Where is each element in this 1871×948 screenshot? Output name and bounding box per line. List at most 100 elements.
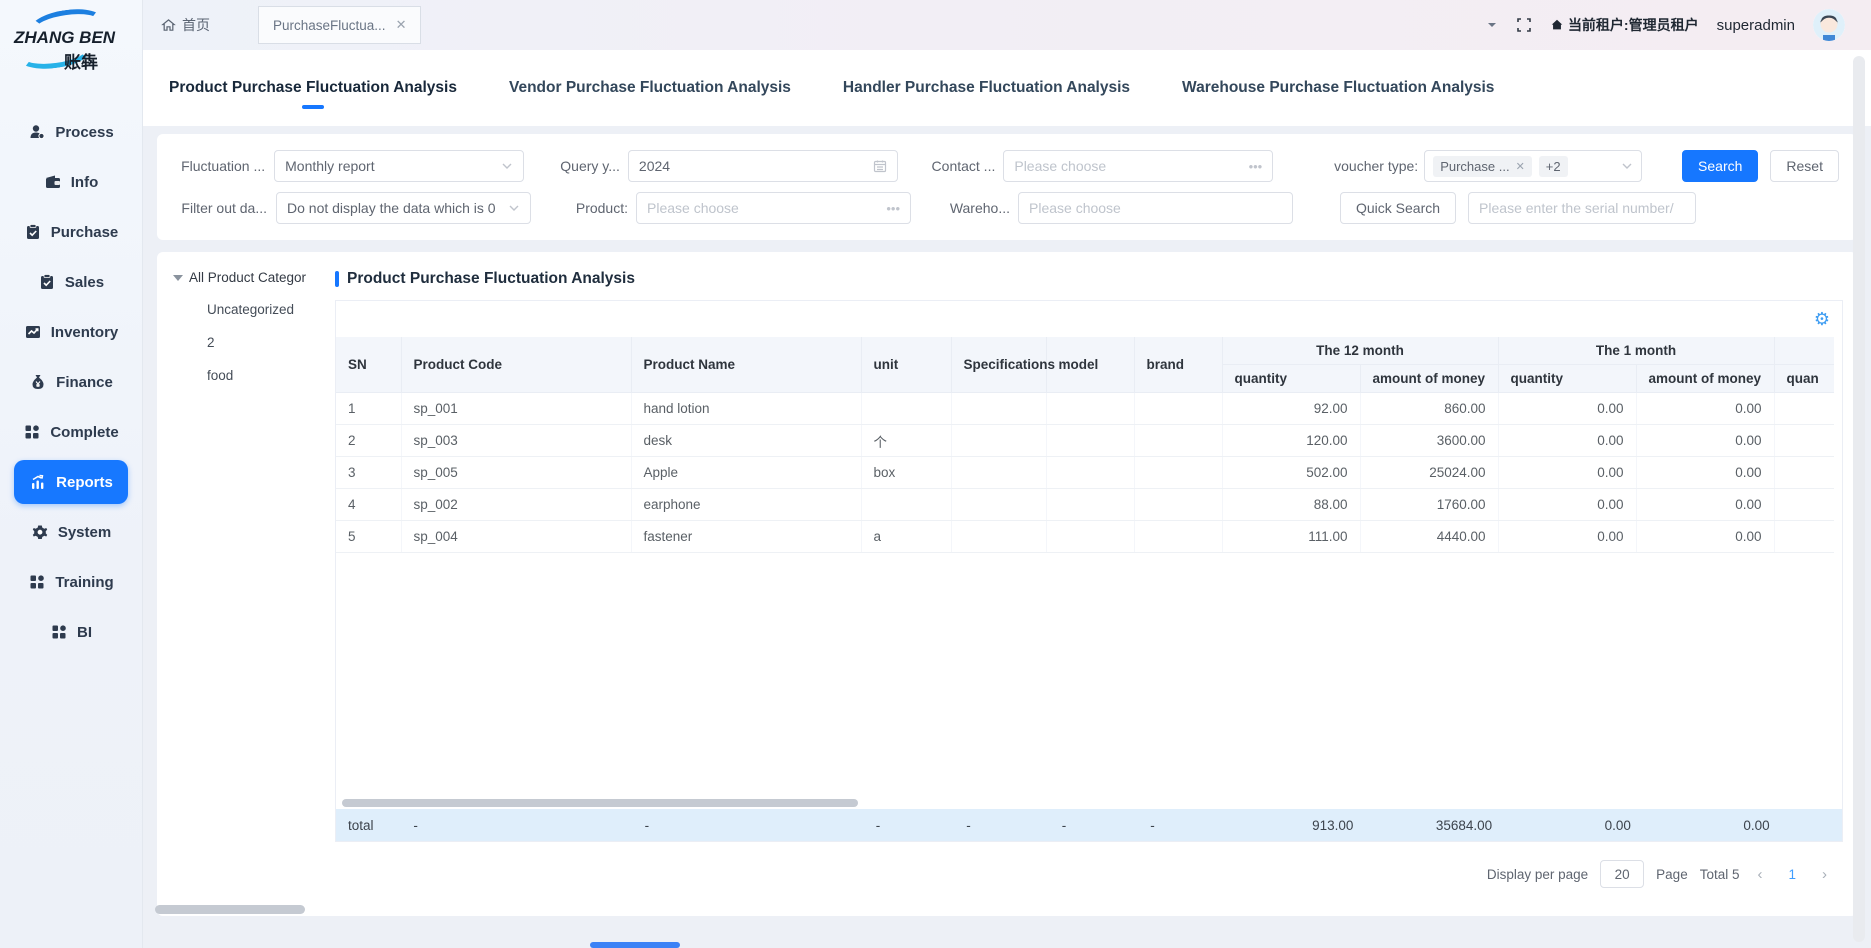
total-cell: 0.00 bbox=[1643, 809, 1782, 841]
total-row: total------913.0035684.000.000.00 bbox=[336, 809, 1842, 841]
voucher-tag-1: Purchase ... ✕ bbox=[1433, 156, 1532, 177]
bottom-scroll-indicator[interactable] bbox=[590, 942, 680, 948]
money-bag-icon bbox=[29, 373, 47, 391]
filter-out-select[interactable]: Do not display the data which is 0 bbox=[276, 192, 531, 224]
table-cell bbox=[951, 425, 1046, 457]
table-cell bbox=[1046, 425, 1134, 457]
table-cell bbox=[1046, 457, 1134, 489]
product-input[interactable]: Please choose ••• bbox=[636, 192, 911, 224]
tag-close-icon[interactable]: ✕ bbox=[1516, 160, 1525, 173]
search-button[interactable]: Search bbox=[1682, 150, 1758, 182]
category-tree: All Product Categor Uncategorized2food bbox=[157, 252, 335, 916]
page-tab[interactable]: Handler Purchase Fluctuation Analysis bbox=[843, 65, 1130, 111]
content-area: Fluctuation ... Monthly report Query y..… bbox=[143, 126, 1871, 948]
sidebar-item-info[interactable]: Info bbox=[14, 160, 128, 204]
total-cell: 913.00 bbox=[1227, 809, 1366, 841]
sidebar-item-sales[interactable]: Sales bbox=[14, 260, 128, 304]
close-icon[interactable]: ✕ bbox=[396, 17, 407, 33]
caret-down-icon[interactable] bbox=[173, 275, 183, 281]
ellipsis-icon[interactable]: ••• bbox=[1249, 159, 1263, 174]
table-cell bbox=[1134, 393, 1222, 425]
table-row: 4sp_002earphone88.001760.000.000.00 bbox=[336, 489, 1834, 521]
sidebar-item-bi[interactable]: BI bbox=[14, 610, 128, 654]
table-cell bbox=[1774, 521, 1834, 553]
tree-item[interactable]: 2 bbox=[173, 326, 335, 359]
sidebar-item-reports[interactable]: Reports bbox=[14, 460, 128, 504]
page-size-select[interactable]: 20 bbox=[1600, 860, 1644, 888]
product-label: Product: bbox=[556, 200, 628, 216]
h-scrollbar-thumb[interactable] bbox=[342, 799, 858, 807]
tree-item[interactable]: Uncategorized bbox=[173, 293, 335, 326]
window-v-scrollbar-track[interactable] bbox=[1853, 56, 1865, 942]
column-header: unit bbox=[861, 337, 951, 393]
topbar: 首页 PurchaseFluctua... ✕ 当前租户:管理员租户 bbox=[143, 0, 1871, 50]
total-cell: - bbox=[864, 809, 954, 841]
serial-placeholder: Please enter the serial number/ bbox=[1479, 200, 1674, 216]
prev-page-icon[interactable]: ‹ bbox=[1751, 866, 1768, 883]
query-year-input[interactable]: 2024 bbox=[628, 150, 898, 182]
total-cell: 35684.00 bbox=[1365, 809, 1504, 841]
contact-placeholder: Please choose bbox=[1014, 158, 1106, 174]
table-h-scrollbar bbox=[336, 797, 1842, 809]
column-header: SN bbox=[336, 337, 401, 393]
chart-line-icon bbox=[24, 323, 42, 341]
next-page-icon[interactable]: › bbox=[1816, 866, 1833, 883]
calendar-icon bbox=[873, 159, 887, 173]
total-cell: - bbox=[1138, 809, 1226, 841]
page-tabs: Product Purchase Fluctuation Analysis Ven… bbox=[143, 50, 1871, 126]
warehouse-label: Wareho... bbox=[940, 200, 1010, 216]
table-cell bbox=[1134, 457, 1222, 489]
username[interactable]: superadmin bbox=[1717, 17, 1795, 34]
tree-root-all-categories[interactable]: All Product Categor bbox=[173, 270, 335, 285]
tree-root-label: All Product Categor bbox=[189, 270, 306, 285]
table-cell: Apple bbox=[631, 457, 861, 489]
sidebar-item-purchase[interactable]: Purchase bbox=[14, 210, 128, 254]
filter-out-label: Filter out da... bbox=[175, 200, 267, 216]
warehouse-input[interactable]: Please choose bbox=[1018, 192, 1293, 224]
table-cell bbox=[1046, 489, 1134, 521]
table-cell: 0.00 bbox=[1498, 521, 1636, 553]
sidebar-item-inventory[interactable]: Inventory bbox=[14, 310, 128, 354]
window-h-scrollbar-thumb[interactable] bbox=[155, 905, 305, 914]
serial-number-input[interactable]: Please enter the serial number/ bbox=[1468, 192, 1696, 224]
sidebar-item-training[interactable]: Training bbox=[14, 560, 128, 604]
document-tab[interactable]: PurchaseFluctua... ✕ bbox=[258, 6, 421, 44]
column-group-header: The 12 month bbox=[1222, 337, 1498, 365]
clipboard-check-icon bbox=[38, 273, 56, 291]
page-tab[interactable]: Vendor Purchase Fluctuation Analysis bbox=[509, 65, 791, 111]
sidebar-item-system[interactable]: System bbox=[14, 510, 128, 554]
reset-button[interactable]: Reset bbox=[1770, 150, 1839, 182]
sidebar-item-label: Finance bbox=[56, 374, 113, 391]
chevron-down-icon[interactable] bbox=[1486, 19, 1498, 31]
sidebar-item-finance[interactable]: Finance bbox=[14, 360, 128, 404]
table-cell: a bbox=[861, 521, 951, 553]
filter-out-value: Do not display the data which is 0 bbox=[287, 200, 496, 216]
filter-row-2: Filter out da... Do not display the data… bbox=[175, 192, 1839, 224]
clipboard-check-icon bbox=[24, 223, 42, 241]
fullscreen-icon[interactable] bbox=[1516, 17, 1532, 33]
page-tab[interactable]: Product Purchase Fluctuation Analysis bbox=[169, 65, 457, 111]
table-cell bbox=[1774, 393, 1834, 425]
table-cell bbox=[1134, 489, 1222, 521]
contact-input[interactable]: Please choose ••• bbox=[1003, 150, 1273, 182]
table-cell: sp_003 bbox=[401, 425, 631, 457]
avatar[interactable] bbox=[1813, 9, 1845, 41]
tree-item[interactable]: food bbox=[173, 359, 335, 392]
current-page-number[interactable]: 1 bbox=[1780, 867, 1804, 882]
total-cell: - bbox=[401, 809, 632, 841]
quick-search-button[interactable]: Quick Search bbox=[1340, 192, 1456, 224]
voucher-type-multiselect[interactable]: Purchase ... ✕ +2 bbox=[1424, 150, 1642, 182]
table-cell: 120.00 bbox=[1222, 425, 1360, 457]
table-cell: 92.00 bbox=[1222, 393, 1360, 425]
sidebar-item-complete[interactable]: Complete bbox=[14, 410, 128, 454]
grid-icon bbox=[50, 623, 68, 641]
table-settings-gear-icon[interactable]: ⚙ bbox=[1814, 310, 1830, 328]
table-cell: sp_004 bbox=[401, 521, 631, 553]
ellipsis-icon[interactable]: ••• bbox=[886, 201, 900, 216]
query-year-label: Query y... bbox=[549, 158, 620, 174]
column-group-header: The 1 month bbox=[1498, 337, 1774, 365]
home-tab[interactable]: 首页 bbox=[143, 0, 232, 50]
page-tab[interactable]: Warehouse Purchase Fluctuation Analysis bbox=[1182, 65, 1494, 111]
sidebar-item-process[interactable]: Process bbox=[14, 110, 128, 154]
fluctuation-select[interactable]: Monthly report bbox=[274, 150, 524, 182]
